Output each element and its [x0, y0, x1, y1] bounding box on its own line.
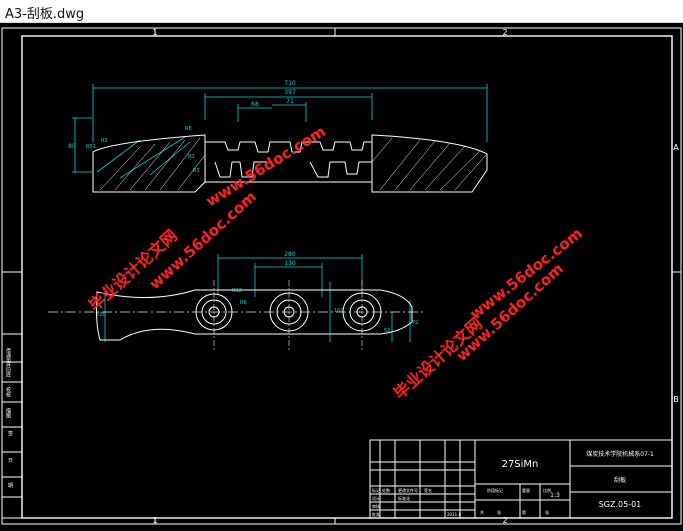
- tb-label: 设计: [372, 495, 380, 501]
- strip-label: 校核: [5, 386, 11, 398]
- dim-radius: R52: [86, 144, 96, 150]
- dim-hole: R12: [232, 288, 242, 294]
- strip-label: 期: [8, 483, 13, 489]
- material: 27SiMn: [502, 459, 539, 470]
- dim-height: 80: [68, 143, 76, 150]
- part-name: 刮板: [614, 476, 626, 484]
- dim-hole: R6: [240, 300, 247, 306]
- zone-label: 2: [502, 516, 507, 525]
- tb-label: 签名: [424, 487, 432, 493]
- outer-frame: [1, 27, 682, 525]
- dim-radius: R3: [188, 154, 195, 160]
- tb-label: 张: [545, 509, 549, 515]
- dim-overall-width: 710: [284, 80, 296, 87]
- zone-label: 1: [152, 28, 157, 37]
- tb-label: 批准: [372, 511, 380, 517]
- dim-width: 72: [412, 320, 418, 326]
- tb-label: 审核: [372, 503, 380, 509]
- dim-inner-width: 397: [284, 89, 296, 96]
- dim-span: 280: [284, 251, 296, 258]
- window-title-bar: A3-刮板.dwg: [0, 0, 683, 23]
- dim-height: 100: [334, 308, 344, 314]
- watermark-url: www.56doc.com: [203, 122, 329, 210]
- tb-label: 阶段标记: [487, 487, 503, 493]
- strip-label: 描图: [5, 407, 11, 419]
- drawing-number: SGZ.05-01: [599, 500, 642, 509]
- tb-label: 共: [480, 509, 484, 515]
- tb-label: 重量: [522, 487, 530, 493]
- tb-label: 第: [522, 509, 526, 515]
- cad-drawing[interactable]: 1 2 A B 1 2 借通用件 旧底 校核 描图 签 日 期 710 397 …: [0, 22, 683, 527]
- left-info-strip: 借通用件 旧底 校核 描图 签 日 期: [1, 333, 23, 519]
- dim-radius: R8: [185, 126, 192, 132]
- zone-label: 2: [502, 28, 507, 37]
- tb-label: 处数: [382, 487, 390, 493]
- zone-label: 1: [152, 516, 157, 525]
- window-title: A3-刮板.dwg: [5, 7, 85, 22]
- dim-pitch: 68: [251, 101, 259, 108]
- watermark-group: www.56doc.com 毕业设计论文网 www.56doc.com www.…: [85, 122, 586, 403]
- dim-inner: 130: [284, 260, 296, 267]
- tb-label: 比例: [543, 487, 551, 493]
- dim-radius: R5: [101, 138, 108, 144]
- zone-label: A: [673, 143, 679, 152]
- tb-label: 更改文件号: [398, 487, 418, 493]
- dim-pitch: 71: [286, 98, 294, 105]
- strip-label: 旧底: [5, 366, 11, 378]
- scale-value: 1:3: [550, 492, 560, 499]
- strip-label: 签: [8, 430, 13, 437]
- tb-date: 2011.6: [447, 512, 461, 517]
- tb-label: 标准化: [398, 495, 410, 501]
- tb-label: 张: [497, 509, 501, 515]
- drawing-canvas[interactable]: 1 2 A B 1 2 借通用件 旧底 校核 描图 签 日 期 710 397 …: [0, 22, 683, 527]
- zone-label: B: [673, 395, 679, 404]
- school-name: 煤炭技术学院机械系07-1: [586, 450, 654, 458]
- tb-label: 标记: [372, 487, 380, 493]
- top-section-view: 710 397 68 71 80 R52 R5 R8 R3 R3: [68, 80, 488, 193]
- strip-label: 日: [8, 458, 13, 464]
- title-block: 27SiMn 煤炭技术学院机械系07-1 刮板 SGZ.05-01 1:3 阶段…: [369, 439, 673, 519]
